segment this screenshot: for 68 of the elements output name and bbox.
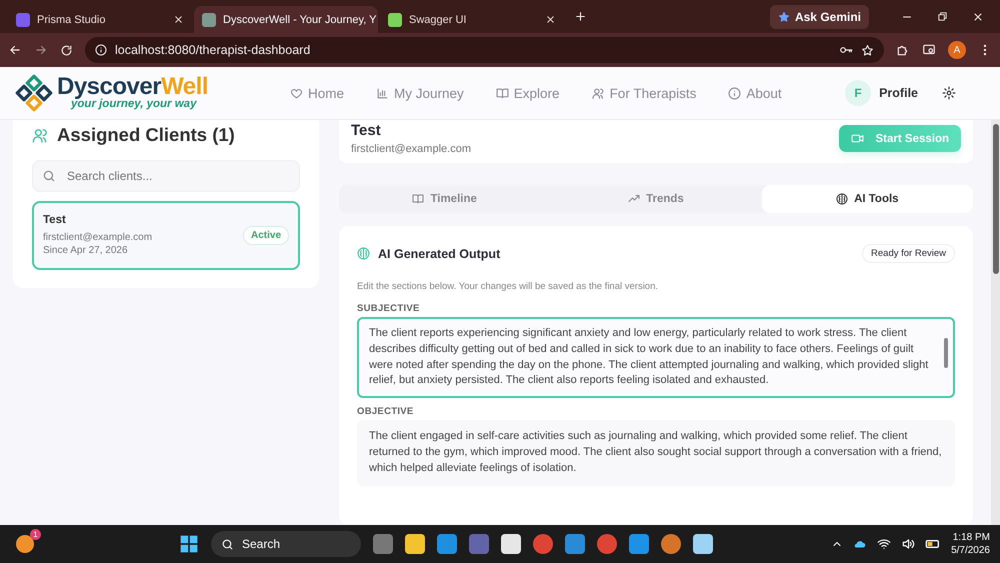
text-area[interactable]: The client engaged in self-care activities such as journaling and walking, which provided some relief. The client returned to the gym, which improved mood. The client also sought social support through a conversation with a friend, which helped alleviate feelings of isolation. xyxy=(357,420,955,486)
tab-favicon xyxy=(16,12,30,26)
search-icon xyxy=(42,169,56,183)
search-field[interactable]: Search clients... xyxy=(32,160,300,192)
tab-favicon xyxy=(388,12,402,26)
video-icon xyxy=(850,132,864,145)
windows-start-icon[interactable] xyxy=(179,534,199,554)
volume-icon[interactable] xyxy=(901,537,916,551)
settings-icon[interactable] xyxy=(942,86,956,100)
page-scrollbar[interactable] xyxy=(991,120,1000,525)
trend-icon xyxy=(628,193,640,205)
taskbar-app-icon[interactable] xyxy=(693,534,713,554)
client-name: Test xyxy=(43,213,67,228)
taskbar-app-icon[interactable] xyxy=(405,534,425,554)
browser-tab[interactable]: DyscoverWell - Your Journey, Y xyxy=(194,6,378,33)
info-icon xyxy=(95,44,107,56)
panel-title: Assigned Clients (1) xyxy=(57,124,235,146)
logo-text: DyscoverWell xyxy=(57,75,208,100)
taskbar-app-icon[interactable] xyxy=(16,535,34,553)
browser-tab[interactable]: Swagger UI xyxy=(380,6,564,33)
client-name: Test xyxy=(351,122,382,139)
browser-tab[interactable]: Prisma Studio xyxy=(8,6,192,33)
ask-gemini-button[interactable]: Ask Gemini xyxy=(770,4,869,28)
cast-icon[interactable] xyxy=(922,43,936,57)
client-card[interactable]: Test firstclient@example.com Since Apr 27, 2026 Active xyxy=(32,201,300,270)
address-bar[interactable]: localhost:8080/therapist-dashboard xyxy=(85,37,884,63)
wifi-icon[interactable] xyxy=(877,537,892,551)
search-icon xyxy=(221,538,234,550)
restore-icon[interactable] xyxy=(937,11,948,22)
section-title: AI Generated Output xyxy=(378,246,500,260)
status-badge: Ready for Review xyxy=(862,244,955,263)
close-icon[interactable] xyxy=(545,14,556,25)
hint-text: Edit the sections below. Your changes will be saved as the final version. xyxy=(357,281,660,292)
info-icon xyxy=(728,86,742,100)
status-badge: Active xyxy=(242,226,289,245)
close-icon[interactable] xyxy=(173,14,184,25)
section-label: SUBJECTIVE xyxy=(357,303,421,314)
close-icon[interactable] xyxy=(972,10,984,22)
taskbar-app-icon[interactable] xyxy=(501,534,521,554)
client-email: firstclient@example.com xyxy=(43,230,154,244)
avatar-initial: F xyxy=(845,80,872,106)
client-since: Since Apr 27, 2026 xyxy=(43,244,129,258)
people-icon xyxy=(592,86,605,100)
text-area[interactable]: The client reports experiencing significant anxiety and low energy, particularly related to work stress. The client describes difficulty getting out of bed and called in sick to work due to an inability to face others. Feelings of guilt were noted after spending the day on the phone. The client attempted journaling and walking, which provided slight relief, but anxiety persisted. The client also reports feeling isolated and exhausted. xyxy=(357,317,955,398)
reload-icon[interactable] xyxy=(60,44,73,56)
logo-icon xyxy=(14,73,54,113)
bar-chart-icon xyxy=(376,86,389,100)
brain-icon xyxy=(836,193,848,205)
brain-icon xyxy=(357,247,370,260)
people-icon xyxy=(32,126,49,144)
clock[interactable]: 1:18 PM 5/7/2026 xyxy=(951,530,990,558)
plus-icon[interactable] xyxy=(574,10,587,23)
sparkle-icon xyxy=(778,10,790,22)
forward-icon[interactable] xyxy=(34,43,48,57)
profile-link[interactable]: F Profile xyxy=(845,80,918,106)
extensions-icon[interactable] xyxy=(896,43,910,57)
client-email: firstclient@example.com xyxy=(351,143,471,155)
taskbar-search[interactable]: Search xyxy=(211,531,361,557)
book-icon xyxy=(412,193,424,205)
tab-favicon xyxy=(202,12,216,26)
heart-icon xyxy=(290,86,303,100)
tab[interactable]: AI Tools xyxy=(762,185,973,213)
star-icon[interactable] xyxy=(861,44,874,56)
book-icon xyxy=(496,86,509,100)
notification-count: 1 xyxy=(30,529,41,540)
tagline: your journey, your way xyxy=(71,99,198,111)
section-label: OBJECTIVE xyxy=(357,406,415,418)
back-icon[interactable] xyxy=(8,43,22,57)
